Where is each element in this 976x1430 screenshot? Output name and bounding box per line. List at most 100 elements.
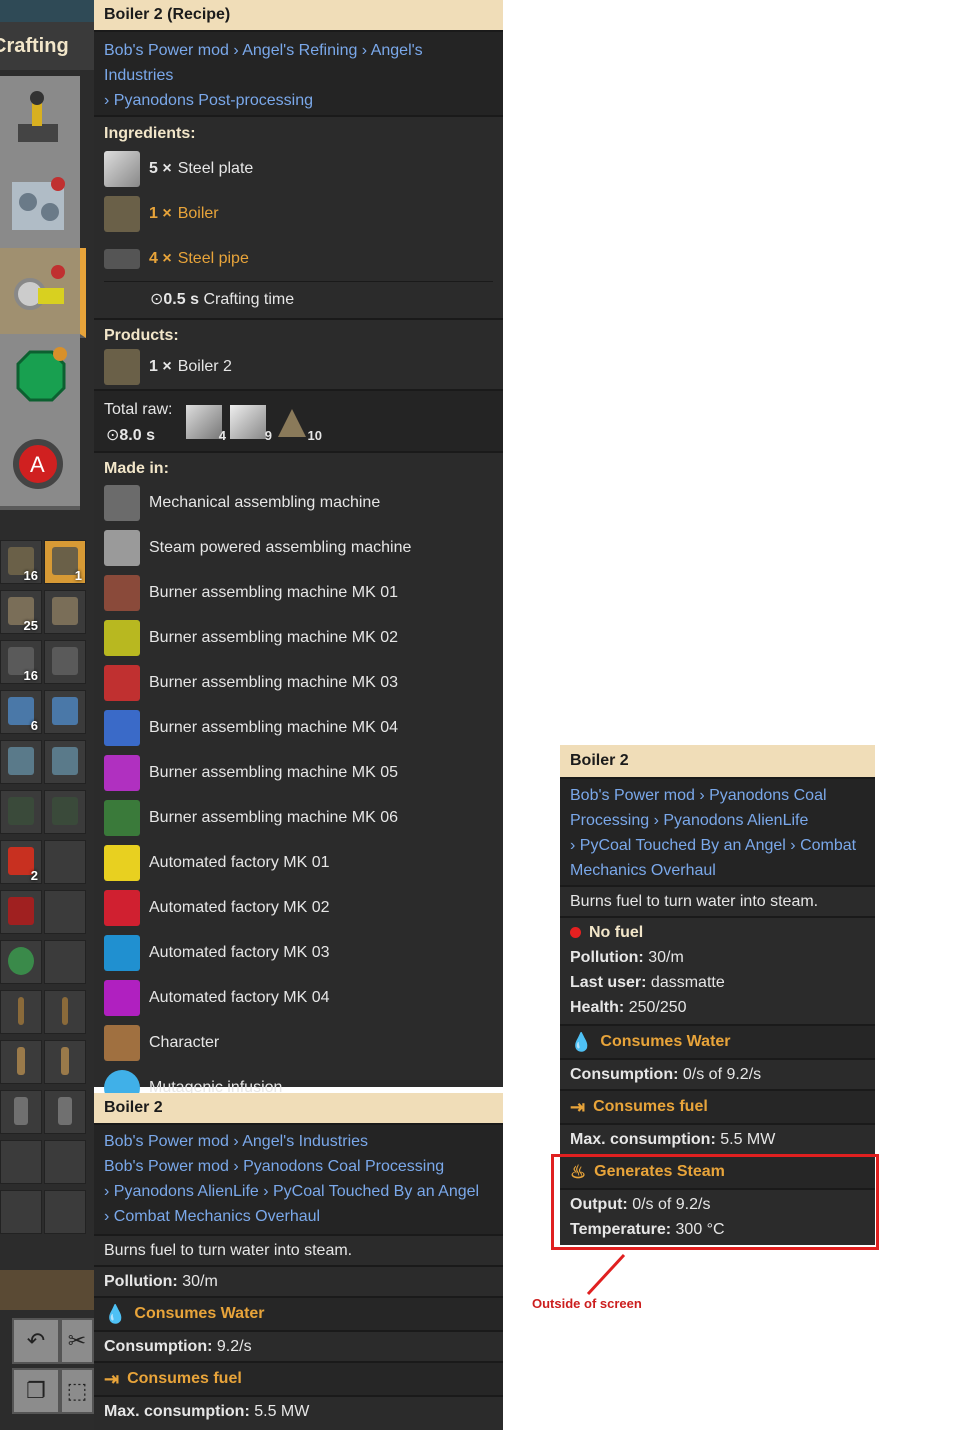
- mod-link[interactable]: PyCoal Touched By an Angel: [273, 1183, 479, 1200]
- inserter-icon: [18, 91, 58, 142]
- description-text: Burns fuel to turn water into steam.: [104, 1242, 353, 1259]
- tab-combat[interactable]: [0, 334, 80, 424]
- copy-icon: ❐: [26, 1378, 46, 1403]
- fuel-input-icon: ⇥: [570, 1097, 586, 1117]
- slot-tower[interactable]: [0, 1090, 42, 1134]
- iron-plate-icon[interactable]: 4: [186, 405, 226, 443]
- tab-intermediate[interactable]: [0, 248, 86, 338]
- undo-button[interactable]: ↶: [12, 1318, 60, 1364]
- tab-production[interactable]: [0, 162, 80, 252]
- max-consumption-label: Max. consumption:: [570, 1131, 716, 1148]
- slot-boiler[interactable]: 16: [0, 540, 42, 584]
- slot-reactor[interactable]: [0, 790, 42, 834]
- slot-machine[interactable]: 16: [0, 640, 42, 684]
- ingredients-section: Ingredients: 5 × Steel plate 1 × Boiler …: [94, 115, 503, 318]
- mod-link[interactable]: Bob's Power mod: [570, 787, 695, 804]
- select-button[interactable]: ⬚: [60, 1368, 94, 1414]
- slot-solar-2[interactable]: [44, 690, 86, 734]
- highlight-box: [551, 1154, 879, 1250]
- water-drop-icon: 💧: [104, 1304, 127, 1324]
- mod-link[interactable]: Bob's Power mod: [104, 42, 229, 59]
- slot-heat-pipe[interactable]: 2: [0, 840, 42, 884]
- description-text: Burns fuel to turn water into steam.: [570, 893, 819, 910]
- mod-link[interactable]: Pyanodons Post-processing: [114, 92, 313, 109]
- slot-accumulator[interactable]: [0, 740, 42, 784]
- machine-icon: [104, 664, 140, 701]
- machine-name: Burner assembling machine MK 02: [149, 628, 399, 646]
- made-in-row[interactable]: Burner assembling machine MK 06: [104, 795, 493, 840]
- made-in-row[interactable]: Burner assembling machine MK 03: [104, 660, 493, 705]
- slot-empty-6[interactable]: [0, 1190, 42, 1234]
- slot-medium-pole-2[interactable]: [44, 1040, 86, 1084]
- made-in-row[interactable]: Character: [104, 1020, 493, 1065]
- crafting-time-row: ⊙0.5 s Crafting time: [104, 281, 493, 318]
- slot-empty-1[interactable]: [44, 840, 86, 884]
- slot-tower-2[interactable]: [44, 1090, 86, 1134]
- stone-icon[interactable]: 10: [274, 405, 322, 443]
- slot-reactor-2[interactable]: [44, 790, 86, 834]
- mod-link[interactable]: Pyanodons Coal: [709, 787, 826, 804]
- machine-name: Character: [149, 1033, 220, 1051]
- mod-link[interactable]: Angel's Industries: [242, 1133, 368, 1150]
- made-in-row[interactable]: Burner assembling machine MK 01: [104, 570, 493, 615]
- steel-plate-raw-icon[interactable]: 9: [230, 405, 272, 443]
- entity-pollution: Pollution: 30/m: [94, 1265, 503, 1296]
- mod-link[interactable]: Bob's Power mod: [104, 1133, 229, 1150]
- mod-link[interactable]: Pyanodons AlienLife: [114, 1183, 259, 1200]
- mod-link[interactable]: Pyanodons AlienLife: [663, 812, 808, 829]
- slot-engine-2[interactable]: [44, 590, 86, 634]
- svg-text:A: A: [30, 452, 45, 477]
- machine-icon: [104, 484, 140, 521]
- slot-pole[interactable]: [0, 990, 42, 1034]
- product-row[interactable]: 1 × Boiler 2: [104, 347, 493, 387]
- machine-icon: [104, 979, 140, 1016]
- slot-empty-3[interactable]: [44, 940, 86, 984]
- ingredient-row[interactable]: 1 × Boiler: [104, 191, 493, 236]
- recipe-tooltip: Boiler 2 (Recipe) Bob's Power mod › Ange…: [94, 0, 503, 1106]
- slot-medium-pole[interactable]: [0, 1040, 42, 1084]
- slot-machine-2[interactable]: [44, 640, 86, 684]
- made-in-list: Mechanical assembling machine Steam power…: [104, 480, 493, 1110]
- made-in-row[interactable]: Automated factory MK 02: [104, 885, 493, 930]
- slot-solar[interactable]: 6: [0, 690, 42, 734]
- mod-link[interactable]: Angel's Refining: [242, 42, 357, 59]
- slot-tank[interactable]: [0, 940, 42, 984]
- last-user-value: dassmatte: [650, 974, 725, 991]
- mod-link[interactable]: Pyanodons Coal Processing: [243, 1158, 444, 1175]
- slot-empty-2[interactable]: [44, 890, 86, 934]
- made-in-row[interactable]: Automated factory MK 04: [104, 975, 493, 1020]
- crafting-time-label: Crafting time: [203, 291, 295, 308]
- machine-icon: [104, 619, 140, 656]
- made-in-row[interactable]: Automated factory MK 03: [104, 930, 493, 975]
- slot-boiler-2[interactable]: 1: [44, 540, 86, 584]
- made-in-row[interactable]: Automated factory MK 01: [104, 840, 493, 885]
- slot-empty-5[interactable]: [44, 1140, 86, 1184]
- consumes-water-header: 💧 Consumes Water: [94, 1296, 503, 1330]
- made-in-row[interactable]: Steam powered assembling machine: [104, 525, 493, 570]
- slot-accumulator-2[interactable]: [44, 740, 86, 784]
- slot-pole-2[interactable]: [44, 990, 86, 1034]
- mod-link[interactable]: Processing: [570, 812, 649, 829]
- tab-logistics[interactable]: [0, 76, 80, 166]
- mod-link[interactable]: Combat Mechanics Overhaul: [114, 1208, 320, 1225]
- mod-link[interactable]: Bob's Power mod: [104, 1158, 229, 1175]
- made-in-row[interactable]: Burner assembling machine MK 05: [104, 750, 493, 795]
- assembler-icon: [12, 177, 65, 230]
- slot-engine[interactable]: 25: [0, 590, 42, 634]
- slot-empty-7[interactable]: [44, 1190, 86, 1234]
- ingredient-row[interactable]: 4 × Steel pipe: [104, 236, 493, 281]
- slot-heat-exchanger[interactable]: [0, 890, 42, 934]
- made-in-row[interactable]: Burner assembling machine MK 04: [104, 705, 493, 750]
- ingredient-row[interactable]: 5 × Steel plate: [104, 146, 493, 191]
- tab-angels[interactable]: A: [0, 420, 80, 510]
- product-name: Boiler 2: [177, 358, 232, 375]
- mod-link[interactable]: PyCoal Touched By an Angel: [580, 837, 786, 854]
- mod-link[interactable]: Mechanics Overhaul: [570, 862, 716, 879]
- cut-button[interactable]: ✂: [60, 1318, 94, 1364]
- made-in-row[interactable]: Mechanical assembling machine: [104, 480, 493, 525]
- steel-plate-icon: [104, 150, 140, 187]
- slot-empty-4[interactable]: [0, 1140, 42, 1184]
- copy-button[interactable]: ❐: [12, 1368, 60, 1414]
- mod-link[interactable]: Combat: [800, 837, 856, 854]
- made-in-row[interactable]: Burner assembling machine MK 02: [104, 615, 493, 660]
